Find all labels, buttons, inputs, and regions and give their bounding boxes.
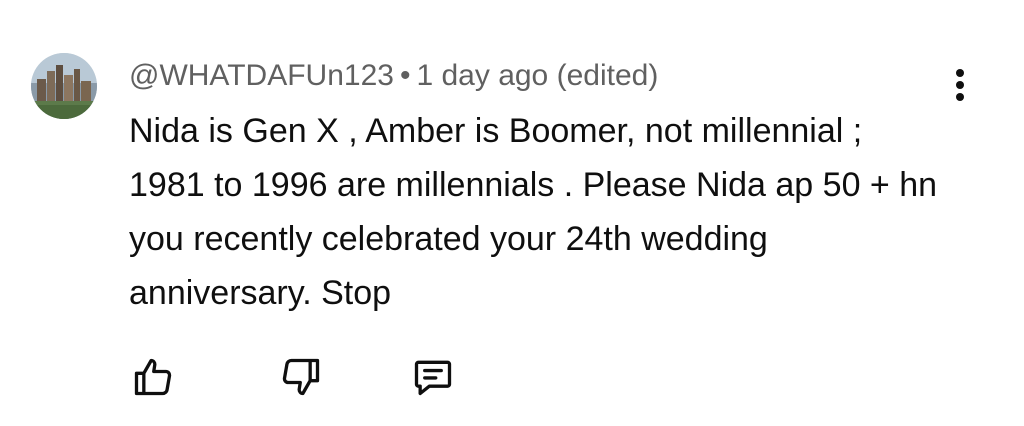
thumbs-down-icon bbox=[282, 358, 320, 396]
edited-label: (edited) bbox=[556, 59, 659, 92]
reply-button[interactable] bbox=[408, 352, 458, 402]
avatar[interactable] bbox=[31, 53, 97, 119]
header-separator: • bbox=[399, 59, 411, 92]
more-vertical-icon bbox=[956, 69, 964, 101]
more-options-button[interactable] bbox=[944, 66, 976, 106]
city-skyline-avatar-image bbox=[31, 53, 97, 119]
comment-timestamp: 1 day ago bbox=[416, 59, 549, 92]
comment-text: Nida is Gen X , Amber is Boomer, not mil… bbox=[129, 112, 938, 312]
author-name[interactable]: @WHATDAFUn123 bbox=[129, 59, 394, 92]
thumbs-up-icon bbox=[134, 358, 172, 396]
dislike-button[interactable] bbox=[276, 352, 326, 402]
like-button[interactable] bbox=[128, 352, 178, 402]
comment-reply-icon bbox=[414, 360, 452, 396]
comment-actions bbox=[0, 352, 1024, 402]
comment-header: @WHATDAFUn123 • 1 day ago (edited) bbox=[129, 58, 658, 94]
